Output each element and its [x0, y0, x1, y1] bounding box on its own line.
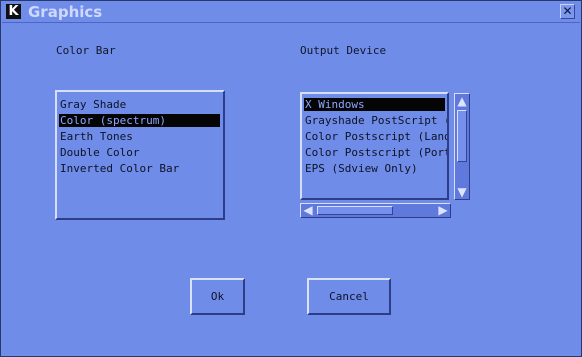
title-bar: K Graphics ✕	[2, 2, 580, 23]
color-bar-item-inverted-color-bar[interactable]: Inverted Color Bar	[59, 162, 179, 175]
app-icon: K	[6, 4, 21, 19]
graphics-dialog: K Graphics ✕ Color Bar Output Device Gra…	[0, 0, 582, 357]
dialog-body: Color Bar Output Device Gray Shade Color…	[2, 23, 580, 354]
color-bar-item-gray-shade[interactable]: Gray Shade	[59, 98, 126, 111]
output-device-vertical-scrollbar[interactable]: ▲ ▼	[454, 93, 470, 200]
scroll-up-arrow-icon[interactable]: ▲	[457, 95, 467, 107]
cancel-button[interactable]: Cancel	[307, 278, 391, 315]
output-device-item-color-postscript-portrait[interactable]: Color Postscript (Portra	[304, 146, 447, 159]
output-device-horizontal-scrollbar[interactable]: ◀ ▶	[300, 203, 451, 218]
color-bar-item-earth-tones[interactable]: Earth Tones	[59, 130, 133, 143]
color-bar-item-double-color[interactable]: Double Color	[59, 146, 139, 159]
output-device-item-x-windows[interactable]: X Windows	[304, 98, 445, 111]
color-bar-list[interactable]: Gray Shade Color (spectrum) Earth Tones …	[55, 90, 225, 220]
output-device-item-color-postscript-landscape[interactable]: Color Postscript (Landsc	[304, 130, 447, 143]
scroll-left-arrow-icon[interactable]: ◀	[302, 204, 314, 216]
output-device-item-grayshade-postscript[interactable]: Grayshade PostScript (Me	[304, 114, 447, 127]
horizontal-scroll-thumb[interactable]	[317, 206, 393, 215]
output-device-label: Output Device	[300, 44, 387, 57]
output-device-item-eps-sdview-only[interactable]: EPS (Sdview Only)	[304, 162, 418, 175]
scroll-down-arrow-icon[interactable]: ▼	[457, 186, 467, 198]
color-bar-item-color-spectrum[interactable]: Color (spectrum)	[59, 114, 220, 127]
close-button[interactable]: ✕	[560, 4, 575, 19]
ok-button[interactable]: Ok	[190, 278, 245, 315]
window-title: Graphics	[28, 3, 103, 21]
scroll-right-arrow-icon[interactable]: ▶	[437, 204, 449, 216]
vertical-scroll-thumb[interactable]	[457, 110, 467, 162]
color-bar-label: Color Bar	[56, 44, 116, 57]
output-device-list[interactable]: X Windows Grayshade PostScript (Me Color…	[300, 92, 449, 200]
